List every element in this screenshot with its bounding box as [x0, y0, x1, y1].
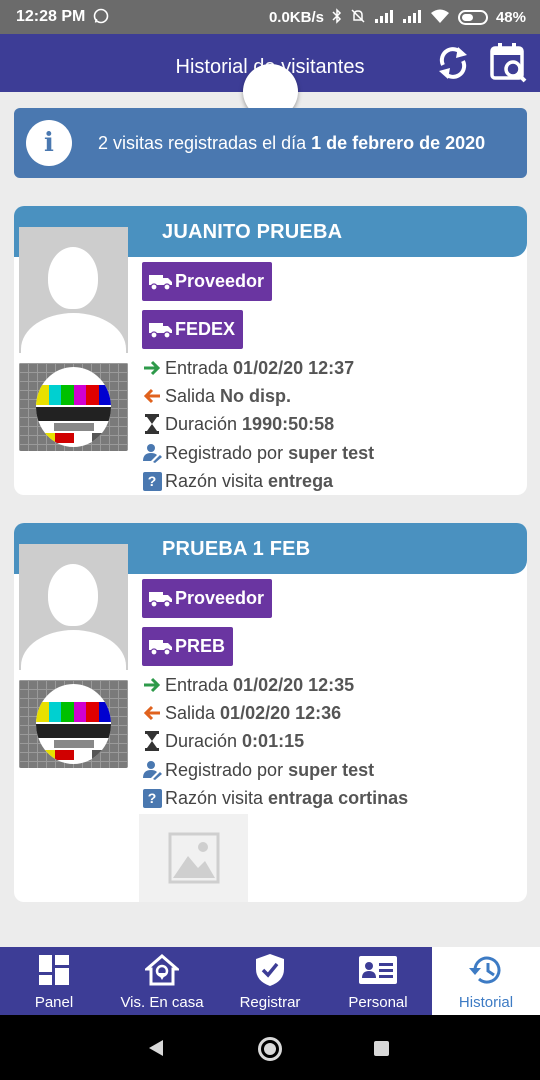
registered-by-row: Registrado por super test — [142, 758, 374, 782]
nav-personal[interactable]: Personal — [324, 947, 432, 1015]
whatsapp-icon — [93, 8, 109, 26]
system-navigation-bar — [0, 1015, 540, 1080]
signal-icon-1 — [374, 9, 394, 25]
battery-level: 48% — [495, 8, 526, 26]
question-icon: ? — [142, 471, 162, 491]
nav-panel[interactable]: Panel — [0, 947, 108, 1015]
duration-row: Duración 1990:50:58 — [142, 412, 334, 436]
info-icon: i — [26, 120, 72, 166]
exit-row: Salida No disp. — [142, 384, 291, 408]
question-icon: ? — [142, 788, 162, 808]
hourglass-icon — [142, 414, 162, 434]
refresh-icon — [439, 47, 467, 79]
alarm-off-icon — [350, 8, 366, 26]
info-banner-date: 1 de febrero de 2020 — [311, 132, 486, 153]
arrow-left-icon — [142, 386, 162, 406]
visitor-type-tag: Proveedor — [142, 579, 273, 618]
back-icon[interactable] — [148, 1039, 164, 1057]
truck-icon — [149, 591, 172, 608]
image-placeholder-icon — [168, 832, 219, 884]
reason-row: ? Razón visita entrega — [142, 469, 333, 493]
hourglass-icon — [142, 731, 162, 751]
visitor-name: PRUEBA 1 FEB — [162, 538, 311, 560]
nav-registrar[interactable]: Registrar — [216, 947, 324, 1015]
status-bar: 12:28 PM 0.0KB/s 48% — [0, 0, 540, 34]
registered-by-row: Registrado por super test — [142, 441, 374, 465]
recent-apps-icon[interactable] — [374, 1041, 389, 1056]
status-time: 12:28 PM — [16, 8, 86, 25]
arrow-left-icon — [142, 703, 162, 723]
company-tag: FEDEX — [142, 310, 244, 349]
nav-historial[interactable]: Historial — [432, 947, 540, 1015]
signature-photo-placeholder[interactable] — [139, 814, 248, 902]
visit-card[interactable]: PRUEBA 1 FEB Proveedor PREB Entrada 01/02… — [14, 523, 527, 902]
battery-icon — [457, 9, 488, 25]
calendar-search-button[interactable] — [488, 42, 530, 84]
info-banner-text: 2 visitas registradas el día 1 de febrer… — [98, 132, 486, 153]
visitor-avatar[interactable] — [19, 227, 128, 353]
wifi-icon — [430, 9, 450, 26]
home-location-icon — [145, 954, 179, 986]
id-card-icon — [358, 954, 398, 986]
visitor-name: JUANITO PRUEBA — [162, 221, 343, 243]
info-banner: i 2 visitas registradas el día 1 de febr… — [14, 108, 527, 178]
bluetooth-icon — [332, 8, 342, 26]
reason-row: ? Razón visita entraga cortinas — [142, 786, 408, 810]
company-tag: PREB — [142, 627, 234, 666]
history-icon — [468, 954, 504, 986]
signal-icon-2 — [402, 9, 422, 25]
truck-icon — [149, 639, 172, 656]
visitor-avatar[interactable] — [19, 544, 128, 670]
entry-row: Entrada 01/02/20 12:35 — [142, 673, 354, 697]
arrow-right-icon — [142, 358, 162, 378]
arrow-right-icon — [142, 675, 162, 695]
entry-row: Entrada 01/02/20 12:37 — [142, 356, 354, 380]
user-edit-icon — [142, 443, 162, 463]
calendar-search-icon — [490, 43, 527, 83]
visitor-type-tag: Proveedor — [142, 262, 273, 301]
visit-card[interactable]: JUANITO PRUEBA Proveedor FEDEX Entrada 01… — [14, 206, 527, 495]
duration-row: Duración 0:01:15 — [142, 729, 304, 753]
refresh-button[interactable] — [432, 42, 474, 84]
bottom-navigation: Panel Vis. En casa Registrar Personal Hi… — [0, 947, 540, 1015]
vehicle-photo[interactable] — [19, 680, 128, 768]
exit-row: Salida 01/02/20 12:36 — [142, 701, 341, 725]
user-edit-icon — [142, 760, 162, 780]
truck-icon — [149, 322, 172, 339]
vehicle-photo[interactable] — [19, 363, 128, 451]
truck-icon — [149, 274, 172, 291]
shield-check-icon — [255, 954, 285, 986]
network-speed: 0.0KB/s — [268, 8, 324, 26]
dashboard-icon — [38, 954, 70, 986]
home-button-icon[interactable] — [258, 1037, 282, 1061]
nav-vis-en-casa[interactable]: Vis. En casa — [108, 947, 216, 1015]
